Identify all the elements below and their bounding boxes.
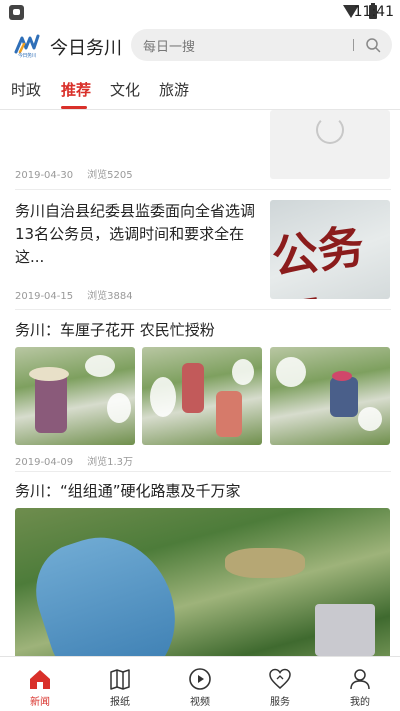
news-views: 浏览1.3万 bbox=[87, 457, 134, 468]
news-meta: 2019-04-30 浏览5205 bbox=[15, 166, 133, 181]
news-title[interactable]: 务川：“组组通”硬化路惠及千万家 bbox=[15, 480, 385, 503]
news-title[interactable]: 务川：车厘子花开 农民忙授粉 bbox=[15, 319, 385, 342]
search-bar[interactable]: 每日一搜 bbox=[131, 29, 392, 61]
nav-video[interactable]: 视频 bbox=[160, 657, 240, 711]
status-bar: 11:41 bbox=[0, 0, 400, 26]
news-date: 2019-04-30 bbox=[15, 170, 74, 181]
status-time: 11:41 bbox=[353, 4, 394, 20]
tab-shizheng[interactable]: 时政 bbox=[11, 79, 41, 100]
news-thumbnail[interactable]: 公务员 bbox=[270, 200, 390, 299]
tab-wenhua[interactable]: 文化 bbox=[110, 79, 140, 100]
heart-service-icon bbox=[269, 668, 291, 689]
news-large-image[interactable] bbox=[15, 508, 390, 656]
logo-caption: 今日务川 bbox=[17, 53, 37, 59]
nav-label: 我的 bbox=[350, 697, 370, 708]
divider bbox=[15, 189, 391, 190]
search-divider bbox=[353, 39, 354, 51]
user-icon bbox=[350, 669, 370, 690]
active-tab-indicator bbox=[61, 106, 87, 109]
home-icon bbox=[30, 670, 50, 689]
news-date: 2019-04-09 bbox=[15, 457, 74, 468]
tab-tuijian[interactable]: 推荐 bbox=[61, 79, 91, 100]
nav-newspaper[interactable]: 报纸 bbox=[80, 657, 160, 711]
news-meta: 2019-04-09 浏览1.3万 bbox=[15, 453, 133, 468]
news-thumbnail-loading bbox=[270, 110, 390, 179]
app-title: 今日务川 bbox=[50, 38, 122, 59]
app-header: 今日务川 今日务川 每日一搜 bbox=[0, 26, 400, 66]
divider bbox=[15, 471, 391, 472]
nav-label: 新闻 bbox=[30, 697, 50, 708]
search-icon[interactable] bbox=[365, 37, 381, 53]
news-views: 浏览5205 bbox=[87, 170, 133, 181]
nav-label: 报纸 bbox=[110, 697, 130, 708]
news-views: 浏览3884 bbox=[87, 291, 133, 302]
bottom-navigation: 新闻 报纸 视频 服务 我的 bbox=[0, 656, 400, 711]
news-image-3[interactable] bbox=[270, 347, 390, 445]
news-date: 2019-04-15 bbox=[15, 291, 74, 302]
search-input[interactable]: 每日一搜 bbox=[143, 36, 195, 55]
news-image-2[interactable] bbox=[142, 347, 262, 445]
nav-label: 服务 bbox=[270, 697, 290, 708]
play-circle-icon bbox=[189, 668, 211, 690]
thumbnail-image-text: 公务员 bbox=[270, 218, 368, 299]
news-feed: 2019-04-30 浏览5205 务川自治县纪委县监委面向全省选调13名公务员，… bbox=[0, 110, 400, 656]
news-meta: 2019-04-15 浏览3884 bbox=[15, 287, 133, 302]
screen: 11:41 今日务川 今日务川 每日一搜 时政 推荐 文化 旅游 2019-04… bbox=[0, 0, 400, 711]
divider bbox=[15, 309, 391, 310]
nav-profile[interactable]: 我的 bbox=[320, 657, 400, 711]
loading-spinner-icon bbox=[316, 116, 344, 144]
news-image-1[interactable] bbox=[15, 347, 135, 445]
newspaper-icon bbox=[110, 669, 130, 690]
tab-lvyou[interactable]: 旅游 bbox=[159, 79, 189, 100]
nav-news[interactable]: 新闻 bbox=[0, 657, 80, 711]
nav-label: 视频 bbox=[190, 697, 210, 708]
news-title[interactable]: 务川自治县纪委县监委面向全省选调13名公务员，选调时间和要求全在这... bbox=[15, 200, 265, 269]
nav-service[interactable]: 服务 bbox=[240, 657, 320, 711]
category-tabs: 时政 推荐 文化 旅游 bbox=[0, 66, 400, 110]
